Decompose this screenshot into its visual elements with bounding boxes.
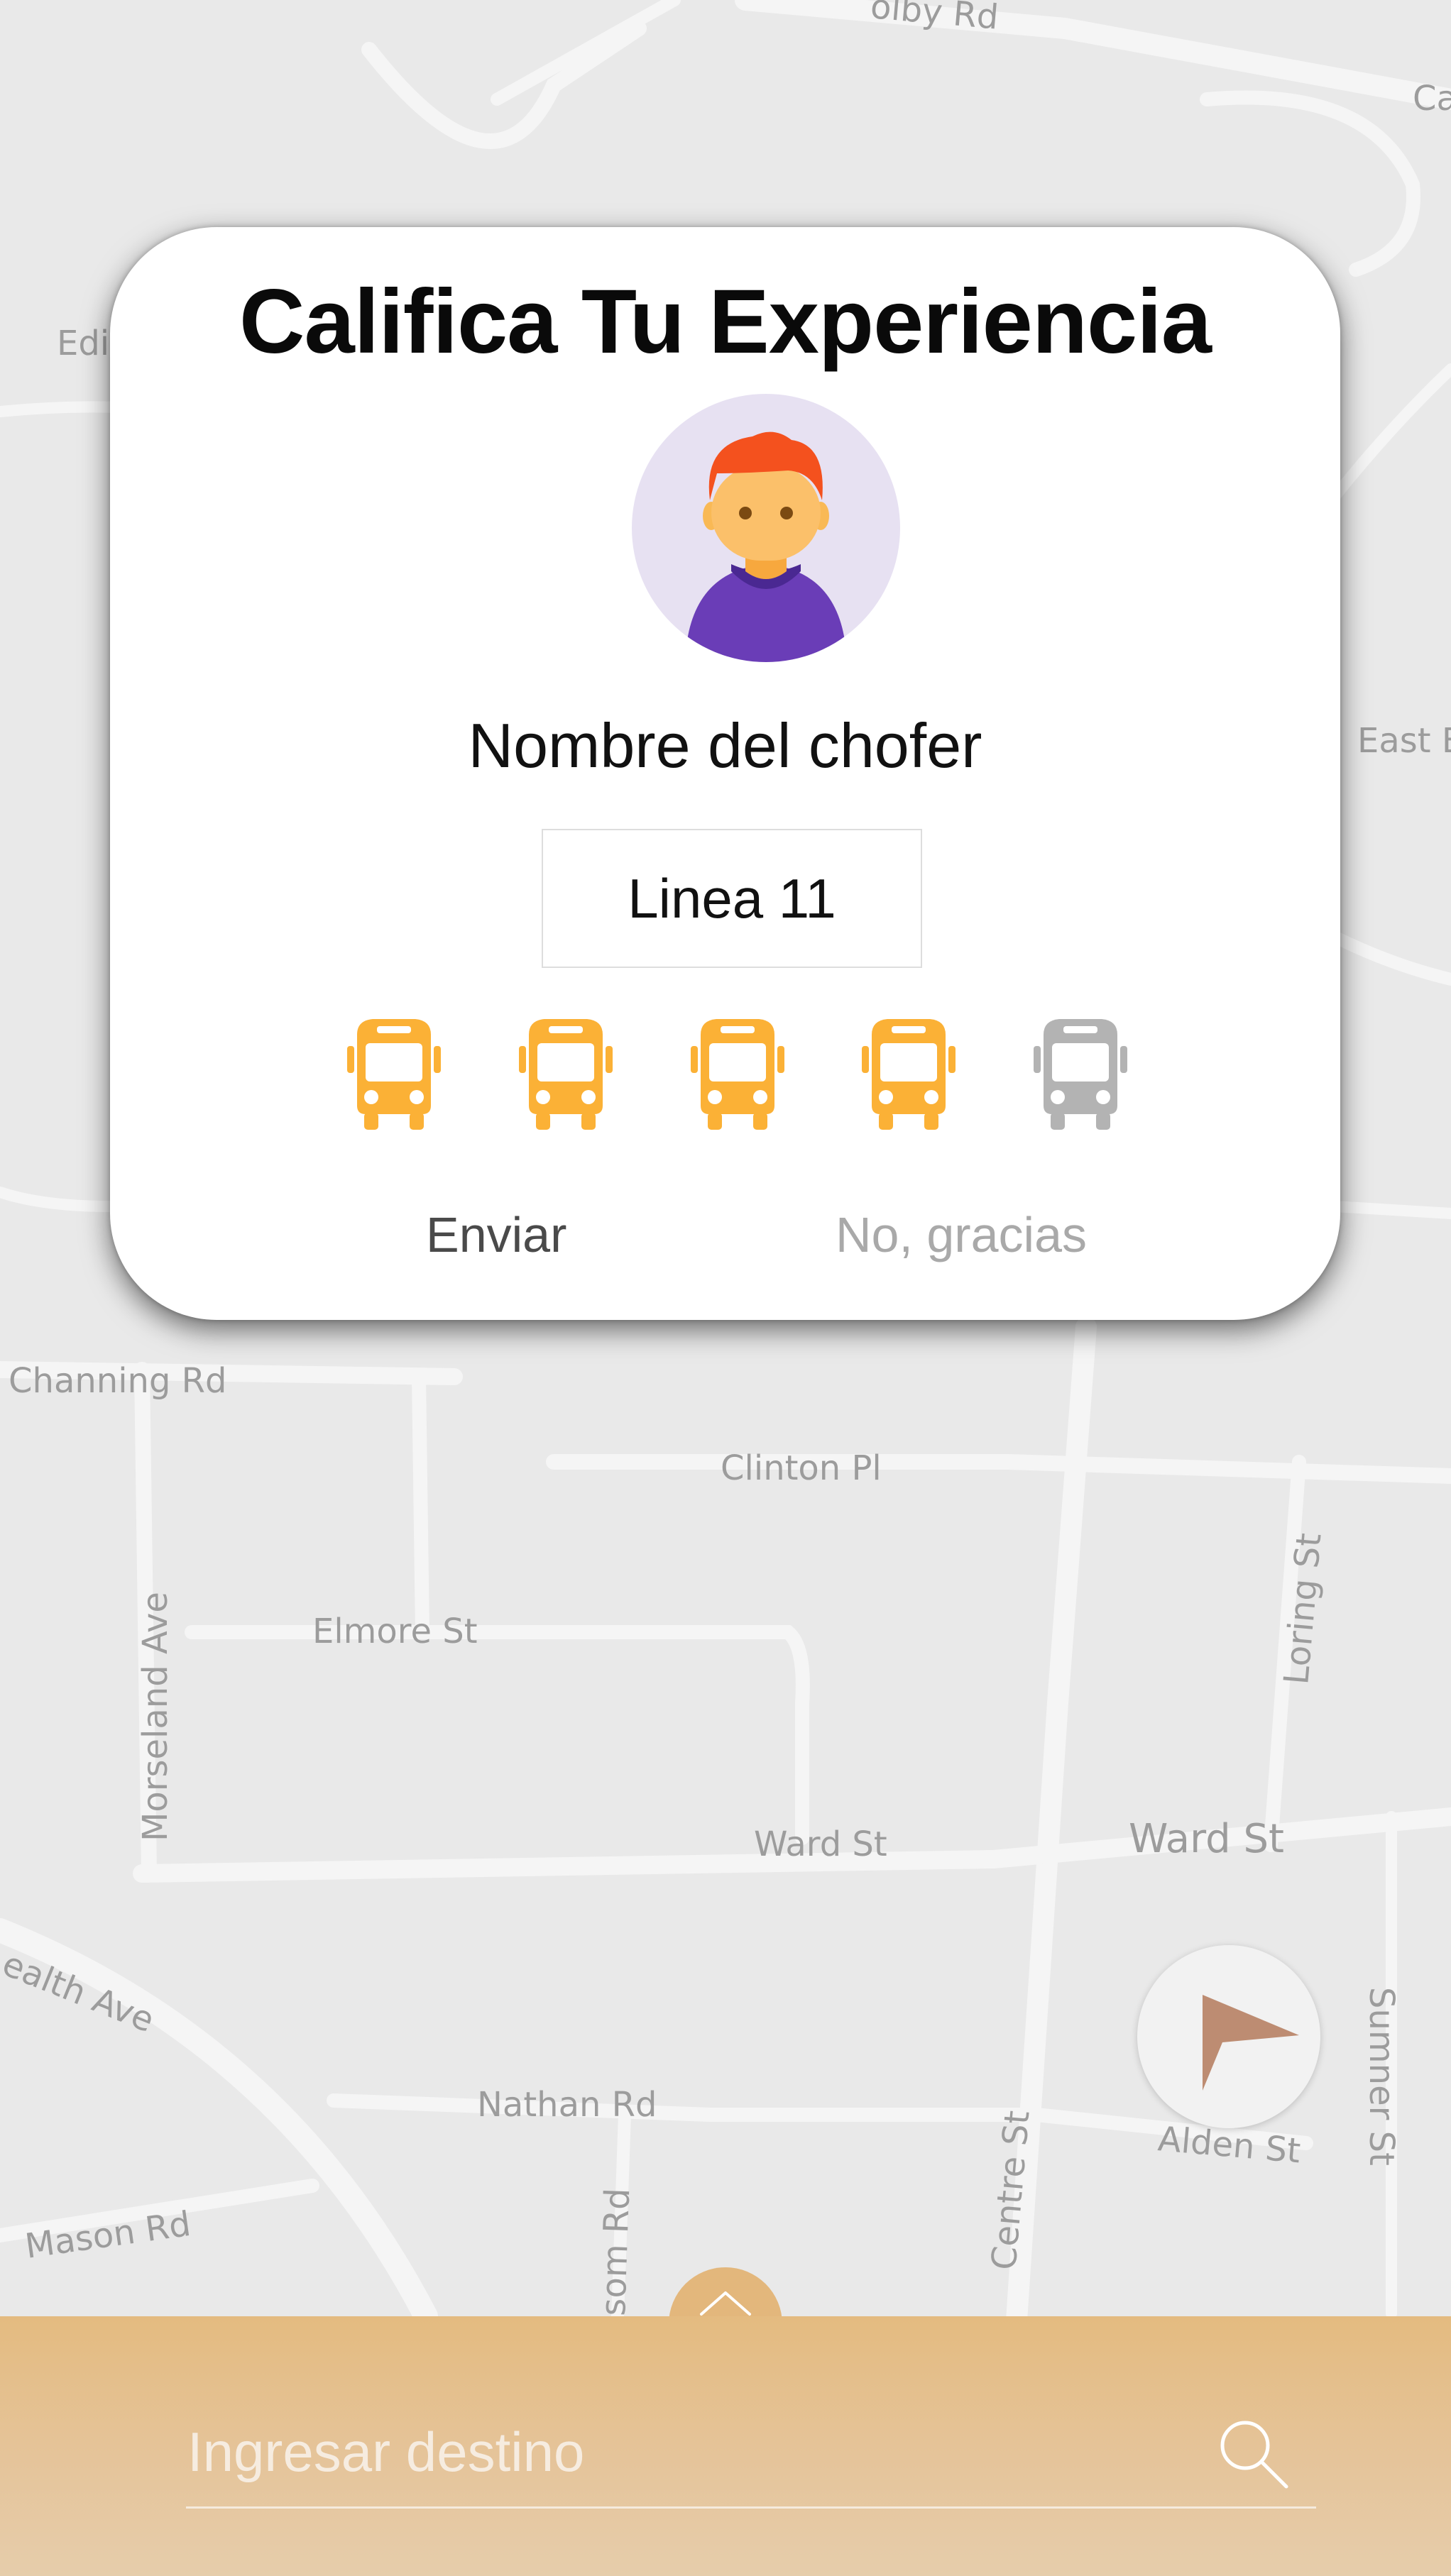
street-label: Channing Rd	[9, 1361, 227, 1401]
street-label: Sumner St	[1362, 1987, 1401, 2166]
rating-bus-3[interactable]	[688, 1015, 787, 1137]
chevron-up-icon	[700, 2291, 751, 2316]
driver-name: Nombre del chofer	[468, 710, 982, 781]
route-label: Linea 11	[542, 829, 922, 968]
street-label: Ca	[1413, 79, 1451, 119]
send-button[interactable]: Enviar	[426, 1206, 566, 1263]
street-label: Ward St	[754, 1824, 887, 1864]
street-label: Nathan Rd	[477, 2085, 657, 2125]
rating-bus-5[interactable]	[1031, 1015, 1130, 1137]
rating-bus-1[interactable]	[344, 1015, 444, 1137]
street-label: Morseland Ave	[136, 1592, 175, 1842]
dialog-title: Califica Tu Experiencia	[239, 271, 1212, 373]
bus-icon	[519, 1019, 613, 1130]
rating-dialog: Califica Tu Experiencia Nombre del chofe…	[110, 227, 1340, 1320]
bus-icon	[691, 1019, 784, 1130]
destination-input[interactable]	[186, 2401, 1190, 2502]
bus-icon	[862, 1019, 956, 1130]
street-label: Elmore St	[312, 1612, 478, 1651]
rating-bus-2[interactable]	[516, 1015, 615, 1137]
driver-avatar	[632, 394, 900, 662]
bus-icon	[1034, 1019, 1127, 1130]
street-label: Ward St	[1129, 1816, 1284, 1862]
locate-me-button[interactable]	[1137, 1945, 1320, 2128]
street-label: Clinton Pl	[721, 1448, 882, 1488]
street-label: Edi	[57, 324, 109, 363]
destination-panel	[0, 2316, 1451, 2576]
search-icon[interactable]	[1215, 2416, 1293, 2494]
input-underline	[186, 2506, 1316, 2509]
navigation-arrow-icon	[1203, 1995, 1299, 2091]
bus-rating[interactable]	[110, 1015, 1340, 1139]
rating-bus-4[interactable]	[859, 1015, 958, 1137]
street-label: East Buryi	[1357, 721, 1451, 761]
dismiss-button[interactable]: No, gracias	[836, 1206, 1087, 1263]
person-avatar-icon	[685, 431, 847, 662]
street-label: som Rd	[593, 2187, 637, 2316]
bus-icon	[347, 1019, 441, 1130]
